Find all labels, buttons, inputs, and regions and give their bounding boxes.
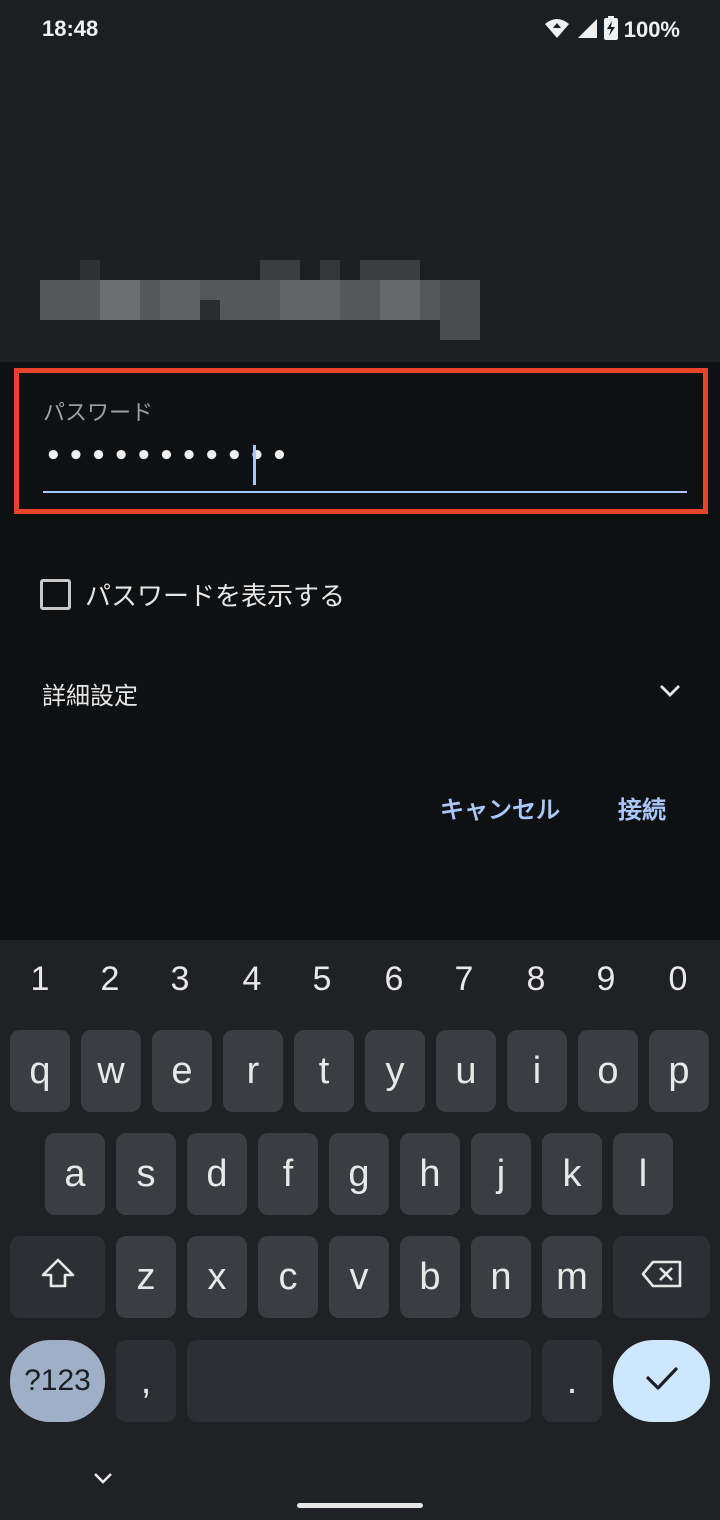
key-p[interactable]: p [649, 1030, 709, 1112]
key-8[interactable]: 8 [516, 960, 556, 999]
symbols-key[interactable]: ?123 [10, 1340, 105, 1422]
status-bar: 18:48 100% [0, 0, 720, 60]
space-key[interactable] [187, 1340, 531, 1422]
signal-icon [576, 17, 598, 43]
key-q[interactable]: q [10, 1030, 70, 1112]
password-underline [43, 491, 687, 493]
key-9[interactable]: 9 [586, 960, 626, 999]
gesture-navigation-bar[interactable] [297, 1503, 423, 1508]
show-password-checkbox[interactable] [40, 578, 71, 610]
chevron-down-icon[interactable] [658, 678, 682, 706]
number-row: 1 2 3 4 5 6 7 8 9 0 [0, 960, 720, 1000]
checkmark-icon [644, 1360, 680, 1403]
key-b[interactable]: b [400, 1236, 460, 1318]
key-d[interactable]: d [187, 1133, 247, 1215]
key-3[interactable]: 3 [160, 960, 200, 999]
connect-button[interactable]: 接続 [618, 790, 666, 825]
key-z[interactable]: z [116, 1236, 176, 1318]
key-w[interactable]: w [81, 1030, 141, 1112]
key-c[interactable]: c [258, 1236, 318, 1318]
key-g[interactable]: g [329, 1133, 389, 1215]
key-m[interactable]: m [542, 1236, 602, 1318]
wifi-icon [544, 17, 570, 43]
key-o[interactable]: o [578, 1030, 638, 1112]
key-h[interactable]: h [400, 1133, 460, 1215]
key-y[interactable]: y [365, 1030, 425, 1112]
period-key[interactable]: . [542, 1340, 602, 1422]
backspace-icon [641, 1256, 683, 1299]
hide-keyboard-chevron-icon[interactable] [92, 1470, 114, 1490]
comma-key[interactable]: , [116, 1340, 176, 1422]
key-2[interactable]: 2 [90, 960, 130, 999]
key-t[interactable]: t [294, 1030, 354, 1112]
cancel-button[interactable]: キャンセル [440, 790, 560, 825]
status-icons: 100% [544, 14, 680, 46]
password-input[interactable]: ••••••••••• [45, 441, 294, 471]
key-l[interactable]: l [613, 1133, 673, 1215]
key-v[interactable]: v [329, 1236, 389, 1318]
key-f[interactable]: f [258, 1133, 318, 1215]
key-s[interactable]: s [116, 1133, 176, 1215]
status-time: 18:48 [42, 16, 99, 41]
password-field-highlight[interactable]: パスワード ••••••••••• [14, 368, 708, 514]
text-caret [253, 445, 256, 485]
shift-key[interactable] [10, 1236, 105, 1318]
key-a[interactable]: a [45, 1133, 105, 1215]
key-1[interactable]: 1 [20, 960, 60, 999]
key-n[interactable]: n [471, 1236, 531, 1318]
advanced-settings-label: 詳細設定 [42, 682, 138, 710]
key-r[interactable]: r [223, 1030, 283, 1112]
password-label: パスワード [43, 401, 154, 426]
on-screen-keyboard: 1 2 3 4 5 6 7 8 9 0 q w e r t y u i o p … [0, 940, 720, 1520]
backspace-key[interactable] [613, 1236, 710, 1318]
key-i[interactable]: i [507, 1030, 567, 1112]
dialog-header-area: 18:48 100% [0, 0, 720, 362]
done-key[interactable] [613, 1340, 710, 1422]
key-5[interactable]: 5 [302, 960, 342, 999]
key-j[interactable]: j [471, 1133, 531, 1215]
redacted-network-name [40, 260, 480, 340]
key-6[interactable]: 6 [374, 960, 414, 999]
shift-icon [40, 1256, 76, 1299]
key-e[interactable]: e [152, 1030, 212, 1112]
show-password-toggle[interactable]: パスワードを表示する [40, 574, 345, 614]
key-k[interactable]: k [542, 1133, 602, 1215]
key-x[interactable]: x [187, 1236, 247, 1318]
wifi-password-dialog: パスワード ••••••••••• パスワードを表示する 詳細設定 キャンセル … [0, 362, 720, 940]
battery-percentage: 100% [623, 17, 680, 42]
key-4[interactable]: 4 [232, 960, 272, 999]
key-u[interactable]: u [436, 1030, 496, 1112]
show-password-label: パスワードを表示する [85, 581, 346, 612]
key-0[interactable]: 0 [658, 960, 698, 999]
advanced-settings-row[interactable]: 詳細設定 [42, 672, 692, 712]
battery-charging-icon [603, 16, 618, 44]
key-7[interactable]: 7 [444, 960, 484, 999]
